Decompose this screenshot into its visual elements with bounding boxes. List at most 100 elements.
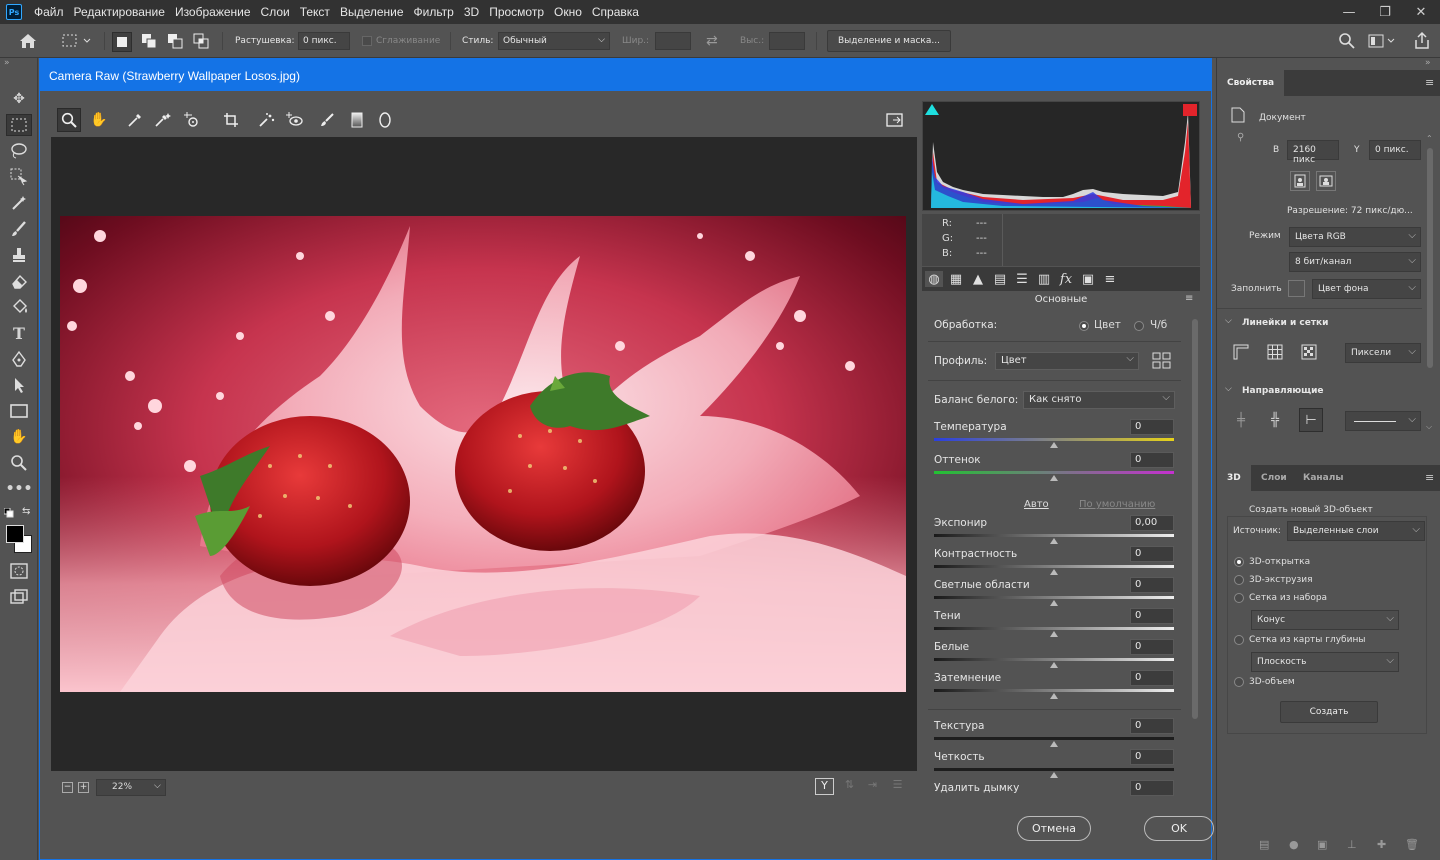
shadows-slider-track[interactable] bbox=[934, 627, 1174, 630]
temperature-slider-knob[interactable] bbox=[1050, 442, 1058, 448]
foreground-color-swatch[interactable] bbox=[6, 525, 24, 543]
zoom-level-select[interactable]: 22% ⌵ bbox=[96, 779, 166, 796]
ruler-units-select[interactable]: Пиксели bbox=[1345, 343, 1421, 363]
link-icon[interactable]: ⚲ bbox=[1237, 132, 1244, 143]
chevron-down-icon[interactable]: ⌵ bbox=[1225, 316, 1232, 326]
spot-removal-tool-icon[interactable] bbox=[255, 108, 279, 132]
menu-filter[interactable]: Фильтр bbox=[410, 5, 460, 19]
zoom-out-button[interactable]: − bbox=[62, 782, 73, 793]
workspace-icon[interactable] bbox=[1368, 32, 1398, 50]
menu-help[interactable]: Справка bbox=[588, 5, 645, 19]
highlights-slider-track[interactable] bbox=[934, 596, 1174, 599]
graduated-filter-tool-icon[interactable] bbox=[345, 108, 369, 132]
effects-tab-icon[interactable]: fx bbox=[1057, 271, 1075, 287]
guides-grid-icon[interactable]: ╬ bbox=[1265, 410, 1285, 430]
render-icon[interactable]: ▣ bbox=[1317, 838, 1327, 851]
paint-bucket-tool-icon[interactable] bbox=[6, 296, 32, 318]
ruler-icon[interactable] bbox=[1231, 342, 1251, 362]
before-after-toggle[interactable]: Y bbox=[815, 778, 834, 795]
menu-type[interactable]: Текст bbox=[296, 5, 336, 19]
preset-mesh-radio[interactable] bbox=[1234, 593, 1244, 603]
rectangle-tool-icon[interactable] bbox=[6, 400, 32, 422]
exposure-slider-track[interactable] bbox=[934, 534, 1174, 537]
menu-image[interactable]: Изображение bbox=[171, 5, 257, 19]
menu-view[interactable]: Просмотр bbox=[485, 5, 550, 19]
height-input[interactable]: 0 пикс. bbox=[1369, 140, 1421, 160]
auto-link[interactable]: Авто bbox=[1024, 499, 1049, 510]
swap-colors-icon[interactable]: ⇆ bbox=[22, 506, 30, 517]
guides-icon[interactable]: ╪ bbox=[1231, 410, 1251, 430]
color-sampler-tool-icon[interactable] bbox=[151, 108, 175, 132]
blacks-slider-knob[interactable] bbox=[1050, 693, 1058, 699]
texture-slider-knob[interactable] bbox=[1050, 741, 1058, 747]
object-selection-tool-icon[interactable] bbox=[6, 166, 32, 188]
default-colors-icon[interactable] bbox=[3, 507, 14, 518]
crop-tool-icon[interactable] bbox=[219, 108, 243, 132]
panel-menu-icon[interactable]: ≡ bbox=[1425, 76, 1434, 89]
add-selection-icon[interactable] bbox=[140, 32, 160, 52]
temperature-slider-track[interactable] bbox=[934, 438, 1174, 441]
zoom-tool-icon[interactable] bbox=[6, 452, 32, 474]
highlight-clipping-warning-icon[interactable] bbox=[1183, 104, 1197, 116]
trash-icon[interactable]: 🗑 bbox=[1405, 838, 1419, 851]
tint-slider-knob[interactable] bbox=[1050, 475, 1058, 481]
highlights-value[interactable]: 0 bbox=[1130, 577, 1174, 593]
feather-input[interactable]: 0 пикс. bbox=[298, 32, 350, 50]
swap-before-after-icon[interactable]: ⇅ bbox=[840, 778, 859, 795]
marquee-tool-preset-icon[interactable] bbox=[62, 33, 92, 49]
ok-button[interactable]: OK bbox=[1144, 816, 1214, 841]
panel-menu-icon[interactable]: ≡ bbox=[1425, 471, 1434, 484]
properties-scrollbar[interactable]: ⌃ ⌵ bbox=[1426, 134, 1433, 438]
type-tool-icon[interactable]: T bbox=[6, 322, 32, 344]
presets-tab-icon[interactable]: ≡ bbox=[1101, 271, 1119, 287]
path-selection-tool-icon[interactable] bbox=[6, 374, 32, 396]
style-select[interactable]: Обычный ⌵ bbox=[498, 32, 610, 50]
menu-file[interactable]: Файл bbox=[30, 5, 70, 19]
cancel-button[interactable]: Отмена bbox=[1017, 816, 1091, 841]
tint-value[interactable]: 0 bbox=[1130, 452, 1174, 468]
tint-slider-track[interactable] bbox=[934, 471, 1174, 474]
split-toning-tab-icon[interactable]: ☰ bbox=[1013, 271, 1031, 287]
new-selection-icon[interactable] bbox=[112, 32, 132, 52]
portrait-orientation-icon[interactable] bbox=[1290, 171, 1310, 191]
zoom-tool-icon[interactable] bbox=[57, 108, 81, 132]
guides-title[interactable]: Направляющие bbox=[1242, 386, 1324, 396]
texture-slider-track[interactable] bbox=[934, 737, 1174, 740]
source-select[interactable]: Выделенные слои bbox=[1287, 521, 1425, 541]
height-input[interactable] bbox=[769, 32, 805, 50]
contrast-slider-track[interactable] bbox=[934, 565, 1174, 568]
contrast-slider-knob[interactable] bbox=[1050, 569, 1058, 575]
quick-mask-icon[interactable] bbox=[6, 560, 32, 582]
scroll-down-icon[interactable]: ⌵ bbox=[1426, 422, 1432, 432]
light-bulb-icon[interactable]: ● bbox=[1289, 838, 1299, 851]
brush-tool-icon[interactable] bbox=[6, 218, 32, 240]
contrast-value[interactable]: 0 bbox=[1130, 546, 1174, 562]
lens-corrections-tab-icon[interactable]: ▥ bbox=[1035, 271, 1053, 287]
postcard-radio[interactable] bbox=[1234, 557, 1244, 567]
zoom-in-button[interactable]: + bbox=[78, 782, 89, 793]
more-tools-icon[interactable]: ••• bbox=[6, 478, 33, 500]
tab-3d[interactable]: 3D bbox=[1217, 465, 1251, 491]
red-eye-tool-icon[interactable] bbox=[283, 108, 307, 132]
new-guide-icon[interactable]: ⊢ bbox=[1299, 408, 1323, 432]
preview-settings-icon[interactable]: ☰ bbox=[888, 778, 907, 795]
close-button[interactable]: ✕ bbox=[1410, 5, 1432, 20]
menu-select[interactable]: Выделение bbox=[336, 5, 410, 19]
pen-tool-icon[interactable] bbox=[6, 348, 32, 370]
eraser-tool-icon[interactable] bbox=[6, 270, 32, 292]
clarity-slider-track[interactable] bbox=[934, 768, 1174, 771]
rulers-grids-title[interactable]: Линейки и сетки bbox=[1242, 318, 1328, 328]
highlights-slider-knob[interactable] bbox=[1050, 600, 1058, 606]
pixel-grid-icon[interactable] bbox=[1299, 342, 1319, 362]
marquee-tool-icon[interactable] bbox=[6, 114, 32, 136]
texture-value[interactable]: 0 bbox=[1130, 718, 1174, 734]
blacks-value[interactable]: 0 bbox=[1130, 670, 1174, 686]
bit-depth-select[interactable]: 8 бит/канал bbox=[1289, 252, 1421, 272]
shadows-slider-knob[interactable] bbox=[1050, 631, 1058, 637]
restore-button[interactable]: ❐ bbox=[1374, 5, 1396, 20]
shadows-value[interactable]: 0 bbox=[1130, 608, 1174, 624]
volume-radio[interactable] bbox=[1234, 677, 1244, 687]
whites-slider-knob[interactable] bbox=[1050, 662, 1058, 668]
width-input[interactable]: 2160 пикс bbox=[1287, 140, 1339, 165]
detail-tab-icon[interactable]: ▲ bbox=[969, 271, 987, 287]
